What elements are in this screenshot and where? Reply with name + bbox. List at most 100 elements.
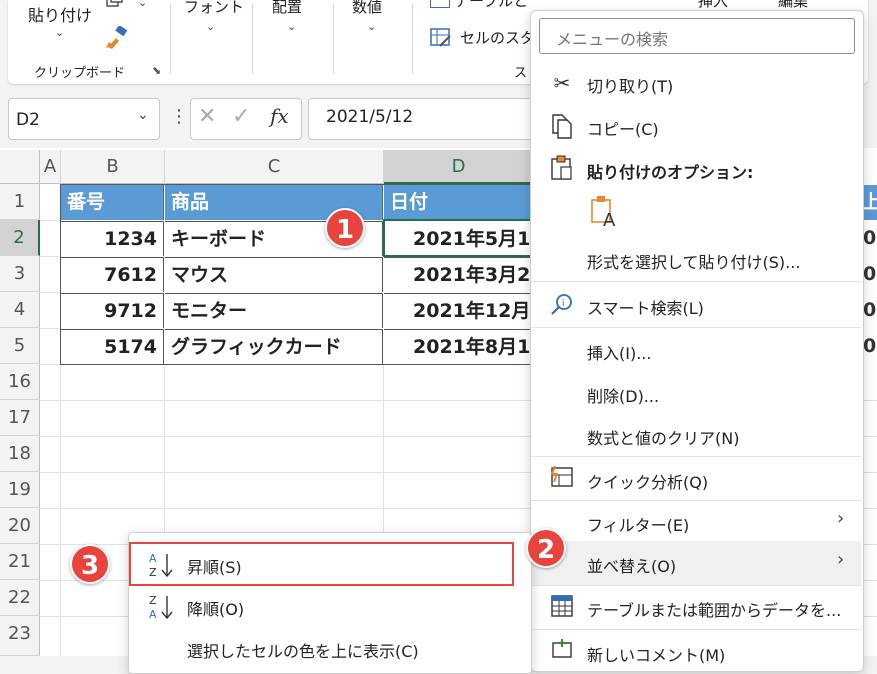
column-header-b[interactable]: B xyxy=(61,150,165,184)
menu-item-label: スマート検索(L) xyxy=(587,299,704,318)
row-header[interactable]: 4 xyxy=(0,292,40,328)
row-header[interactable]: 5 xyxy=(0,328,40,364)
table-cell[interactable]: 7612 xyxy=(61,257,164,292)
row-header[interactable]: 1 xyxy=(0,184,40,220)
cancel-icon[interactable]: ✕ xyxy=(198,104,216,129)
row-header[interactable]: 22 xyxy=(0,580,40,616)
alignment-group-button[interactable]: 配置 ⌄ xyxy=(272,0,312,40)
menu-item-insert[interactable]: 挿入(I)... xyxy=(531,328,861,372)
name-box-value: D2 xyxy=(16,110,40,130)
cell-styles-label: セルのスタ xyxy=(460,29,530,47)
sort-ascending-icon: A Z xyxy=(149,552,173,579)
font-group-label: フォント xyxy=(184,0,245,16)
dialog-launcher-icon[interactable]: ⬊ xyxy=(152,64,161,77)
menu-item-paste-special[interactable]: 形式を選択して貼り付け(S)... xyxy=(531,237,861,281)
row-header[interactable]: 17 xyxy=(0,400,40,436)
menu-item-sort[interactable]: 並べ替え(O) › xyxy=(531,541,861,585)
table-cell[interactable]: 2021年12月 xyxy=(384,293,534,328)
menu-item-quick-analysis[interactable]: クイック分析(Q) xyxy=(531,457,861,501)
menu-item-cut[interactable]: ✂ 切り取り(T) xyxy=(531,61,861,105)
table-cell[interactable]: 0 xyxy=(863,329,877,364)
menu-item-smart-lookup[interactable]: i スマート検索(L) xyxy=(531,283,861,327)
table-cell[interactable]: グラフィックカード xyxy=(165,329,383,364)
ribbon-separator xyxy=(412,4,413,74)
table-cell[interactable]: 9712 xyxy=(61,293,164,328)
row-header[interactable]: 20 xyxy=(0,508,40,544)
paste-label: 貼り付け xyxy=(28,6,93,25)
ribbon-separator xyxy=(252,4,253,74)
menu-item-label: 並べ替え(O) xyxy=(587,557,677,576)
menu-item-label: クイック分析(Q) xyxy=(587,473,709,492)
menu-item-clear-contents[interactable]: 数式と値のクリア(N) xyxy=(531,413,861,457)
table-cell[interactable]: マウス xyxy=(165,257,383,292)
table-cell[interactable]: 5174 xyxy=(61,329,164,364)
submenu-item-label: 降順(O) xyxy=(187,600,245,619)
paste-text-only-icon: A xyxy=(591,196,616,228)
copy-small-icon[interactable] xyxy=(104,0,126,10)
clipboard-group-label: クリップボード xyxy=(34,66,126,81)
menu-item-label: 削除(D)... xyxy=(587,387,660,406)
submenu-item-cell-color-top[interactable]: 選択したセルの色を上に表示(C) xyxy=(129,628,529,670)
cell-styles-button[interactable]: セルのスタ xyxy=(430,26,530,50)
ribbon-separator xyxy=(333,4,334,74)
menu-item-label: 切り取り(T) xyxy=(587,77,674,96)
active-cell[interactable]: 2021年5月1 xyxy=(383,219,534,257)
chevron-down-icon[interactable]: ⌄ xyxy=(137,107,149,123)
column-header-c[interactable]: C xyxy=(165,150,384,184)
row-header[interactable]: 3 xyxy=(0,256,40,292)
insert-function-icon[interactable]: fx xyxy=(270,104,289,128)
table-header-cell[interactable]: 番号 xyxy=(61,185,164,220)
menu-item-new-comment[interactable]: 新しいコメント(M) xyxy=(531,630,861,674)
select-all-corner[interactable] xyxy=(0,150,40,184)
menu-search-input[interactable]: メニューの検索 xyxy=(539,18,855,54)
ribbon-separator xyxy=(170,4,171,74)
submenu-item-label: 昇順(S) xyxy=(187,558,242,577)
row-header[interactable]: 16 xyxy=(0,364,40,400)
number-group-button[interactable]: 数値 ⌄ xyxy=(352,0,392,40)
column-header-a[interactable]: A xyxy=(40,150,61,184)
table-cell[interactable]: 0 xyxy=(863,221,877,256)
menu-item-table-from-range[interactable]: テーブルまたは範囲からデータを... xyxy=(531,585,861,629)
menu-item-copy[interactable]: コピー(C) xyxy=(531,104,861,148)
table-header-cell[interactable]: 日付 xyxy=(384,185,534,220)
paste-option-button[interactable]: A xyxy=(584,190,624,232)
row-header[interactable]: 2 xyxy=(0,220,40,256)
quick-analysis-icon xyxy=(550,465,573,487)
copy-dropdown-icon[interactable]: ⌄ xyxy=(138,0,147,9)
chevron-down-icon: ⌄ xyxy=(55,26,65,39)
table-cell[interactable]: 0 xyxy=(863,293,877,328)
scissors-icon: ✂ xyxy=(553,71,571,95)
menu-item-delete[interactable]: 削除(D)... xyxy=(531,371,861,415)
row-header[interactable]: 23 xyxy=(0,616,40,656)
column-header-d[interactable]: D xyxy=(384,150,534,184)
submenu-item-ascending[interactable]: A Z 昇順(S) xyxy=(129,542,514,586)
format-as-table-label: テーブルとして書式設定 xyxy=(454,0,530,10)
table-cell[interactable]: 2021年3月2 xyxy=(384,257,534,292)
paste-button[interactable]: 貼り付け ⌄ xyxy=(22,0,100,48)
row-header[interactable]: 19 xyxy=(0,472,40,508)
sort-descending-icon: Z A xyxy=(149,594,173,621)
editing-group-button[interactable]: 編集 xyxy=(778,0,848,10)
row-header[interactable]: 21 xyxy=(0,544,40,580)
table-cell[interactable]: 0 xyxy=(863,257,877,292)
table-cell[interactable]: 2021年8月1 xyxy=(384,329,534,364)
menu-item-filter[interactable]: フィルター(E) › xyxy=(531,500,861,544)
submenu-item-descending[interactable]: Z A 降順(O) xyxy=(129,586,529,628)
row-header[interactable]: 18 xyxy=(0,436,40,472)
chevron-right-icon: › xyxy=(837,508,845,529)
gridline xyxy=(40,364,60,365)
table-cell[interactable]: モニター xyxy=(165,293,383,328)
table-cell[interactable]: 1234 xyxy=(61,221,164,256)
insert-cells-button[interactable]: 挿入 xyxy=(670,0,740,10)
menu-paste-options-header: 貼り付けのオプション: xyxy=(531,147,861,191)
more-options-icon[interactable]: ⋮ xyxy=(170,106,188,127)
format-painter-icon[interactable] xyxy=(104,25,130,50)
enter-icon[interactable]: ✓ xyxy=(232,104,250,129)
copy-icon xyxy=(552,114,572,139)
styles-group-label: ス xyxy=(514,66,528,81)
format-as-table-button[interactable]: テーブルとして書式設定 xyxy=(430,0,530,10)
submenu-item-label: 選択したセルの色を上に表示(C) xyxy=(187,642,419,661)
font-group-button[interactable]: フォント ⌄ xyxy=(184,0,244,40)
menu-item-label: 新しいコメント(M) xyxy=(587,646,726,665)
table-header-cell[interactable]: 上 xyxy=(862,185,877,220)
